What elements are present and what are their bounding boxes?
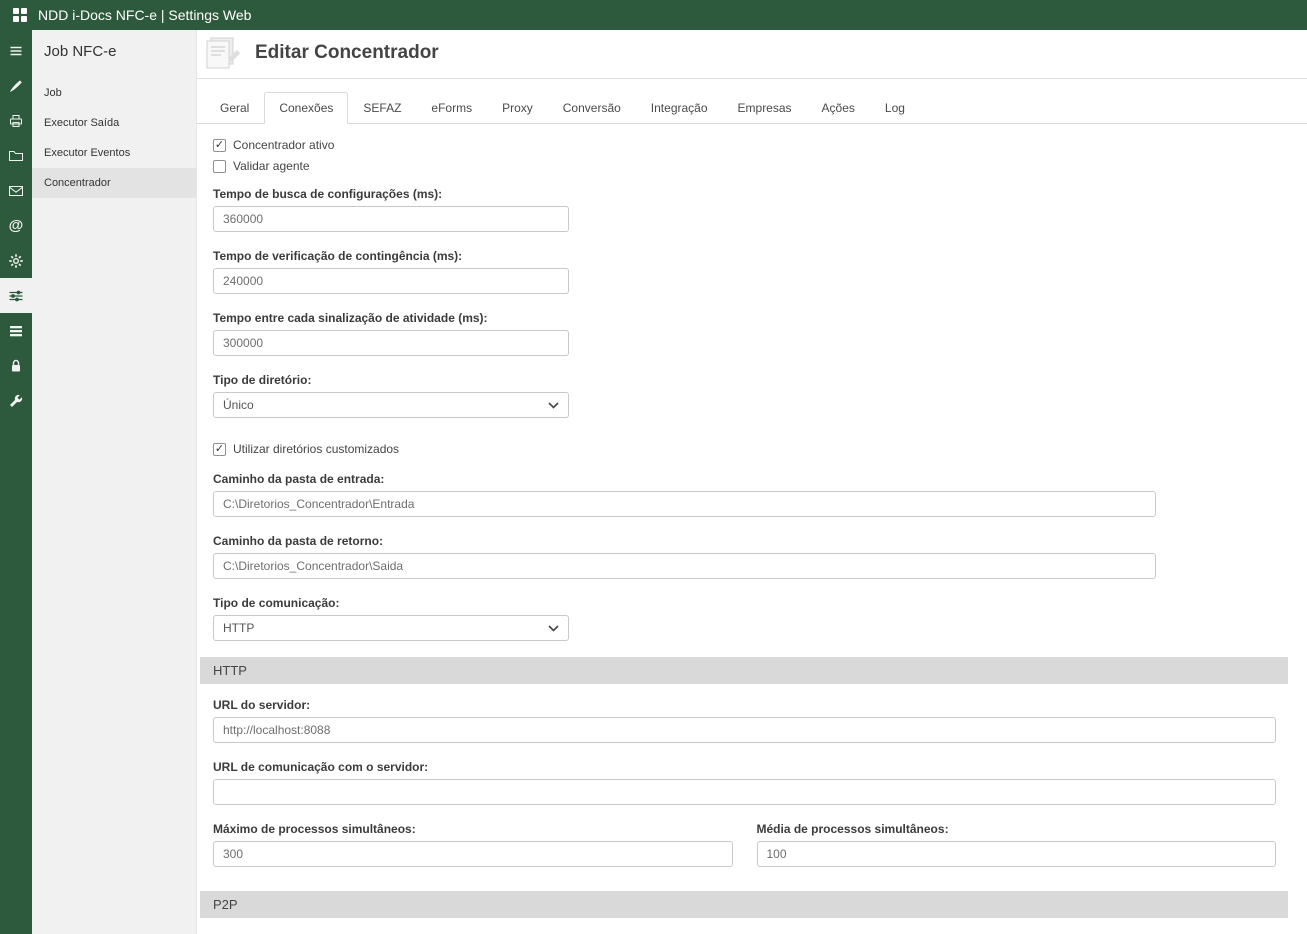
sidebar-item-executor-eventos[interactable]: Executor Eventos xyxy=(32,138,196,168)
topbar: NDD i-Docs NFC-e | Settings Web xyxy=(0,0,1307,30)
url-servidor-input[interactable] xyxy=(213,717,1276,743)
concentrador-ativo-checkbox[interactable]: Concentrador ativo xyxy=(213,138,1276,152)
caminho-entrada-label: Caminho da pasta de entrada: xyxy=(213,472,1276,486)
tab-eforms[interactable]: eForms xyxy=(416,92,487,124)
tipo-diretorio-label: Tipo de diretório: xyxy=(213,373,1276,387)
max-processos-input[interactable] xyxy=(213,841,733,867)
validar-agente-checkbox[interactable]: Validar agente xyxy=(213,159,1276,173)
form-icon xyxy=(203,36,243,70)
tempo-contingencia-label: Tempo de verificação de contingência (ms… xyxy=(213,249,1276,263)
caminho-entrada-input[interactable] xyxy=(213,491,1156,517)
url-comunicacao-label: URL de comunicação com o servidor: xyxy=(213,760,1276,774)
media-processos-label: Média de processos simultâneos: xyxy=(757,822,1277,836)
app-logo-icon xyxy=(12,7,28,23)
sidebar-title: Job NFC-e xyxy=(32,30,196,78)
connections-form: Concentrador ativo Validar agente Tempo … xyxy=(197,124,1307,934)
tempo-atividade-label: Tempo entre cada sinalização de atividad… xyxy=(213,311,1276,325)
tab-empresas[interactable]: Empresas xyxy=(723,92,807,124)
queue-icon xyxy=(8,323,24,339)
at-icon: @ xyxy=(9,218,24,233)
http-section-header[interactable]: HTTP xyxy=(200,657,1288,684)
nav-printer-button[interactable] xyxy=(0,103,32,138)
tempo-contingencia-input[interactable] xyxy=(213,268,569,294)
tipo-comunicacao-select[interactable]: HTTP xyxy=(213,615,569,641)
tipo-diretorio-select[interactable]: Único xyxy=(213,392,569,418)
tempo-busca-input[interactable] xyxy=(213,206,569,232)
nav-menu-button[interactable] xyxy=(0,33,32,68)
nav-mail-button[interactable] xyxy=(0,173,32,208)
main-content: Editar Concentrador Geral Conexões SEFAZ… xyxy=(197,30,1307,934)
tab-bar: Geral Conexões SEFAZ eForms Proxy Conver… xyxy=(197,79,1307,124)
folder-icon xyxy=(8,148,24,164)
checkbox-icon[interactable] xyxy=(213,139,226,152)
icon-rail: @ xyxy=(0,30,32,934)
url-comunicacao-input[interactable] xyxy=(213,779,1276,805)
nav-sliders-button[interactable] xyxy=(0,278,32,313)
nav-lock-button[interactable] xyxy=(0,348,32,383)
tempo-atividade-input[interactable] xyxy=(213,330,569,356)
select-value: Único xyxy=(223,398,254,412)
checkbox-icon[interactable] xyxy=(213,160,226,173)
sliders-icon xyxy=(8,288,24,304)
url-servidor-label: URL do servidor: xyxy=(213,698,1276,712)
app-title: NDD i-Docs NFC-e | Settings Web xyxy=(38,7,251,23)
sidebar-item-concentrador[interactable]: Concentrador xyxy=(32,168,196,198)
app-window: NDD i-Docs NFC-e | Settings Web @ xyxy=(0,0,1307,934)
checkbox-label: Validar agente xyxy=(233,159,310,173)
page-header: Editar Concentrador xyxy=(197,30,1307,79)
sidebar-item-executor-saida[interactable]: Executor Saída xyxy=(32,108,196,138)
checkbox-icon[interactable] xyxy=(213,443,226,456)
chevron-down-icon xyxy=(548,396,559,414)
page-title: Editar Concentrador xyxy=(255,42,439,64)
checkbox-label: Concentrador ativo xyxy=(233,138,334,152)
nav-at-button[interactable]: @ xyxy=(0,208,32,243)
tempo-busca-label: Tempo de busca de configurações (ms): xyxy=(213,187,1276,201)
nav-folder-button[interactable] xyxy=(0,138,32,173)
gear-icon xyxy=(8,253,24,269)
tab-sefaz[interactable]: SEFAZ xyxy=(348,92,416,124)
tab-proxy[interactable]: Proxy xyxy=(487,92,548,124)
max-processos-label: Máximo de processos simultâneos: xyxy=(213,822,733,836)
nav-signature-button[interactable] xyxy=(0,68,32,103)
tab-geral[interactable]: Geral xyxy=(205,92,264,124)
printer-icon xyxy=(8,113,24,129)
sidebar-item-job[interactable]: Job xyxy=(32,78,196,108)
wrench-icon xyxy=(8,393,24,409)
tab-integracao[interactable]: Integração xyxy=(636,92,723,124)
media-processos-input[interactable] xyxy=(757,841,1277,867)
tab-conversao[interactable]: Conversão xyxy=(548,92,636,124)
utilizar-diretorios-checkbox[interactable]: Utilizar diretórios customizados xyxy=(213,442,1276,456)
checkbox-label: Utilizar diretórios customizados xyxy=(233,442,399,456)
menu-icon xyxy=(8,43,24,59)
select-value: HTTP xyxy=(223,621,254,635)
tipo-comunicacao-label: Tipo de comunicação: xyxy=(213,596,1276,610)
caminho-retorno-label: Caminho da pasta de retorno: xyxy=(213,534,1276,548)
tab-conexoes[interactable]: Conexões xyxy=(264,92,348,124)
nav-queue-button[interactable] xyxy=(0,313,32,348)
envelope-icon xyxy=(8,183,24,199)
tab-log[interactable]: Log xyxy=(870,92,920,124)
caminho-retorno-input[interactable] xyxy=(213,553,1156,579)
nav-settings-button[interactable] xyxy=(0,243,32,278)
tab-acoes[interactable]: Ações xyxy=(807,92,870,124)
signature-icon xyxy=(8,78,24,94)
p2p-section-header[interactable]: P2P xyxy=(200,891,1288,918)
chevron-down-icon xyxy=(548,619,559,637)
sidebar: Job NFC-e Job Executor Saída Executor Ev… xyxy=(32,30,197,934)
lock-icon xyxy=(8,358,24,374)
nav-wrench-button[interactable] xyxy=(0,383,32,418)
